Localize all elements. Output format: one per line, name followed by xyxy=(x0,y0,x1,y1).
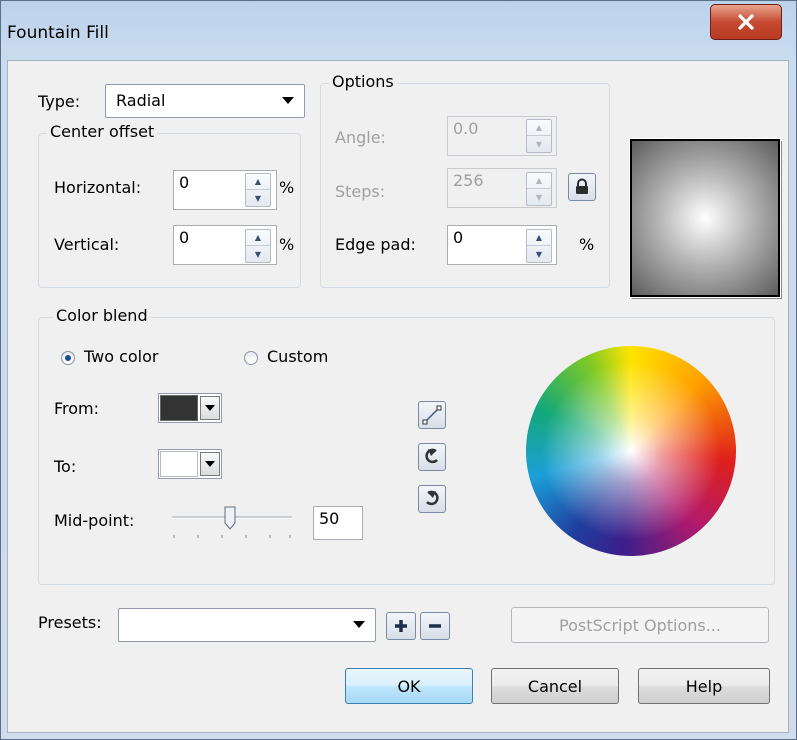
horizontal-spinner[interactable]: ▲ ▼ xyxy=(245,173,271,207)
title-bar[interactable]: Fountain Fill xyxy=(1,1,797,61)
edge-pad-value: 0 xyxy=(453,228,464,247)
line-blend-icon xyxy=(422,405,442,425)
steps-spinner[interactable]: ▲ ▼ xyxy=(526,172,552,206)
chevron-down-icon xyxy=(205,405,215,411)
spin-down-icon[interactable]: ▼ xyxy=(527,189,551,205)
spin-down-icon[interactable]: ▼ xyxy=(527,136,551,152)
ok-button[interactable]: OK xyxy=(345,668,473,704)
edge-pad-unit: % xyxy=(579,235,595,254)
horizontal-value: 0 xyxy=(179,173,190,192)
minus-icon xyxy=(429,624,441,628)
to-dropdown-arrow[interactable] xyxy=(200,452,220,476)
clockwise-blend-button[interactable] xyxy=(418,485,446,513)
to-color-picker[interactable] xyxy=(158,449,222,479)
steps-value: 256 xyxy=(453,171,484,190)
direct-blend-button[interactable] xyxy=(418,401,446,429)
midpoint-label: Mid-point: xyxy=(54,511,135,530)
two-color-label[interactable]: Two color xyxy=(84,347,158,366)
gradient-preview xyxy=(629,138,781,298)
add-preset-button[interactable] xyxy=(386,612,416,640)
close-button[interactable] xyxy=(710,4,782,40)
type-select[interactable]: Radial xyxy=(105,84,305,118)
color-wheel[interactable] xyxy=(526,346,736,556)
postscript-options-button[interactable]: PostScript Options... xyxy=(511,607,769,643)
horizontal-unit: % xyxy=(279,178,295,197)
angle-label: Angle: xyxy=(335,128,386,147)
vertical-label: Vertical: xyxy=(54,235,120,254)
presets-label: Presets: xyxy=(38,613,102,632)
custom-label[interactable]: Custom xyxy=(267,347,328,366)
steps-label: Steps: xyxy=(335,182,386,201)
dialog-title: Fountain Fill xyxy=(7,23,109,43)
horizontal-label: Horizontal: xyxy=(54,178,142,197)
to-color-swatch xyxy=(160,451,198,477)
vertical-value: 0 xyxy=(179,228,190,247)
angle-spinner[interactable]: ▲ ▼ xyxy=(526,119,552,153)
vertical-unit: % xyxy=(279,235,295,254)
remove-preset-button[interactable] xyxy=(420,612,450,640)
from-label: From: xyxy=(54,399,100,418)
color-blend-legend: Color blend xyxy=(53,306,151,325)
vertical-spinner[interactable]: ▲ ▼ xyxy=(245,229,271,263)
spin-up-icon[interactable]: ▲ xyxy=(246,174,270,190)
slider-track xyxy=(172,506,292,538)
plus-icon xyxy=(395,620,407,632)
midpoint-slider[interactable] xyxy=(168,501,298,541)
dialog-body: Type: Radial Center offset Horizontal: 0… xyxy=(7,60,789,733)
from-color-picker[interactable] xyxy=(158,393,222,423)
angle-value: 0.0 xyxy=(453,119,479,138)
chevron-down-icon xyxy=(205,461,215,467)
midpoint-value: 50 xyxy=(319,509,340,528)
chevron-down-icon xyxy=(353,621,365,628)
clockwise-blend-icon xyxy=(426,490,439,506)
chevron-down-icon xyxy=(282,97,294,104)
cancel-button[interactable]: Cancel xyxy=(491,668,619,704)
spin-up-icon[interactable]: ▲ xyxy=(527,173,551,189)
lock-icon xyxy=(576,178,588,194)
counterclockwise-blend-button[interactable] xyxy=(418,443,446,471)
type-value: Radial xyxy=(116,91,166,110)
presets-select[interactable] xyxy=(118,608,376,642)
custom-radio[interactable] xyxy=(244,351,258,365)
spin-up-icon[interactable]: ▲ xyxy=(527,120,551,136)
spin-down-icon[interactable]: ▼ xyxy=(527,246,551,262)
slider-thumb xyxy=(224,506,236,530)
steps-lock-button[interactable] xyxy=(568,173,596,201)
to-label: To: xyxy=(54,457,77,476)
close-icon xyxy=(738,14,754,30)
two-color-radio[interactable] xyxy=(61,351,75,365)
counterclockwise-blend-icon xyxy=(425,448,438,464)
type-label: Type: xyxy=(38,92,81,111)
spin-up-icon[interactable]: ▲ xyxy=(527,230,551,246)
midpoint-input[interactable]: 50 xyxy=(313,506,363,540)
help-button[interactable]: Help xyxy=(638,668,770,704)
from-dropdown-arrow[interactable] xyxy=(200,396,220,420)
options-legend: Options xyxy=(329,72,397,91)
edge-pad-spinner[interactable]: ▲ ▼ xyxy=(526,229,552,263)
from-color-swatch xyxy=(160,395,198,421)
spin-up-icon[interactable]: ▲ xyxy=(246,230,270,246)
edge-pad-label: Edge pad: xyxy=(335,235,416,254)
center-offset-legend: Center offset xyxy=(47,122,158,141)
spin-down-icon[interactable]: ▼ xyxy=(246,246,270,262)
spin-down-icon[interactable]: ▼ xyxy=(246,190,270,206)
